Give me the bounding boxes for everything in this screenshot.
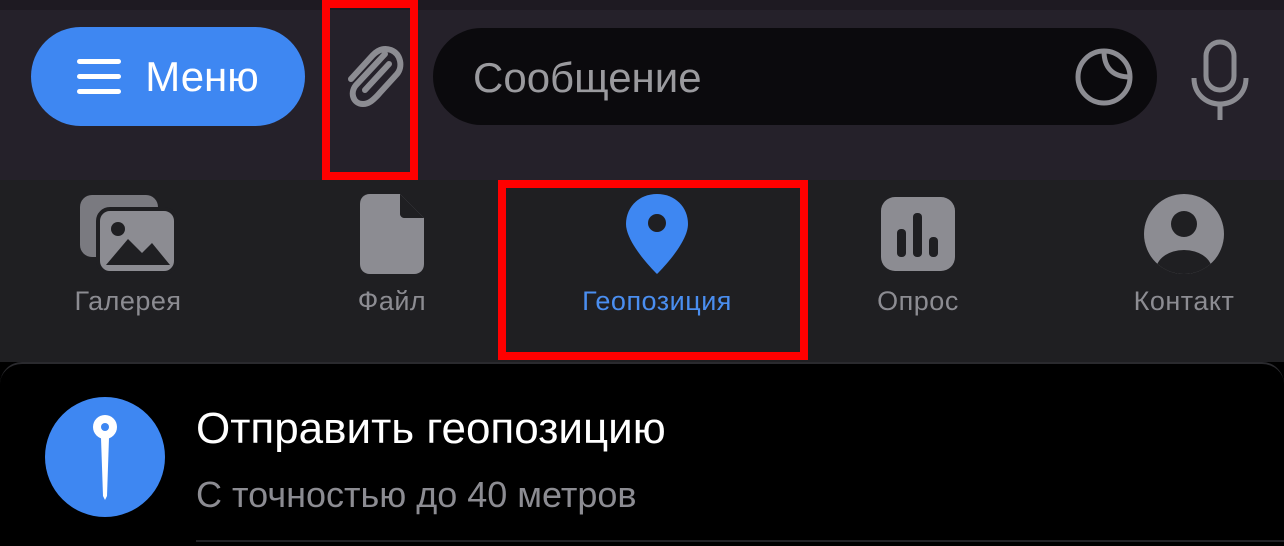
hamburger-icon [77, 58, 122, 95]
attachment-menu: Галерея Файл Геопозиция Опрос Контакт [0, 180, 1284, 362]
attach-gallery[interactable]: Галерея [28, 188, 228, 348]
attach-gallery-label: Галерея [74, 286, 182, 316]
location-sheet: Отправить геопозицию С точностью до 40 м… [0, 362, 1284, 546]
attach-contact-label: Контакт [1133, 286, 1235, 316]
send-location-title: Отправить геопозицию [196, 404, 666, 453]
send-location-subtitle: С точностью до 40 метров [196, 474, 637, 515]
message-field [433, 28, 1157, 127]
menu-button-label: Меню [145, 52, 259, 100]
attach-file-label: Файл [357, 286, 427, 316]
poll-icon [881, 197, 955, 271]
message-composer: Меню [0, 10, 1284, 180]
microphone-icon[interactable] [1188, 38, 1252, 124]
location-pin-icon [626, 194, 688, 274]
attach-poll-label: Опрос [877, 286, 959, 316]
send-location-row[interactable]: Отправить геопозицию С точностью до 40 м… [0, 364, 1284, 546]
attach-location[interactable]: Геопозиция [557, 188, 757, 348]
message-input[interactable] [471, 28, 1055, 127]
sticker-icon[interactable] [1073, 46, 1135, 108]
file-icon [360, 194, 424, 274]
attach-location-label: Геопозиция [582, 286, 732, 316]
divider [196, 540, 1284, 542]
map-pin-icon [93, 415, 117, 500]
menu-button[interactable]: Меню [31, 27, 305, 126]
paperclip-icon [348, 45, 404, 108]
attach-button[interactable] [334, 38, 410, 118]
gallery-icon [80, 195, 178, 275]
attach-poll[interactable]: Опрос [818, 188, 1018, 348]
contact-icon [1144, 194, 1224, 274]
attach-contact[interactable]: Контакт [1084, 188, 1284, 348]
location-avatar [45, 397, 165, 517]
attach-file[interactable]: Файл [292, 188, 492, 348]
